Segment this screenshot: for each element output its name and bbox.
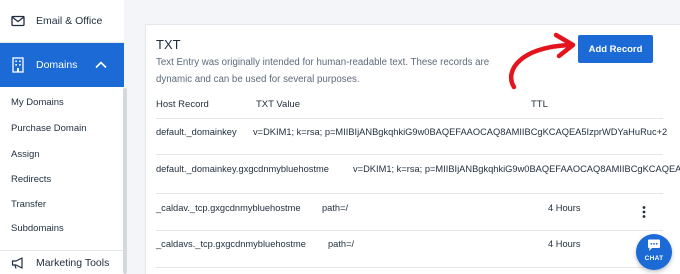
annotation-arrow-icon: [508, 32, 576, 90]
row-divider: [156, 230, 663, 231]
sidebar-item-domains[interactable]: Domains: [0, 43, 124, 87]
table-row-2-ttl: 4 Hours: [548, 203, 581, 213]
table-row-0-host: default._domainkey: [156, 127, 237, 137]
section-description: Text Entry was originally intended for h…: [156, 57, 490, 85]
table-row-3-host: _caldavs._tcp.gxgcdnmybluehostme: [156, 239, 306, 249]
sidebar-subitem-assign[interactable]: Assign: [11, 149, 40, 160]
sidebar-subitem-transfer[interactable]: Transfer: [11, 199, 46, 210]
column-header-value: TXT Value: [256, 99, 301, 110]
table-row-3-value: path=/: [328, 239, 355, 249]
sidebar: Email & Office Domains My Domains Purcha…: [0, 0, 124, 274]
chat-bubble-icon: [648, 239, 660, 251]
table-row-0-value: v=DKIM1; k=rsa; p=MIIBIjANBgkqhkiG9w0BAQ…: [253, 127, 668, 137]
row-divider: [156, 193, 663, 194]
table-row-2-value: path=/: [322, 203, 349, 213]
megaphone-icon: [11, 256, 25, 270]
sidebar-subitem-purchase-domain[interactable]: Purchase Domain: [11, 123, 87, 134]
chevron-up-icon[interactable]: [94, 58, 108, 72]
envelope-icon: [11, 14, 25, 28]
txt-records-card: TXT Text Entry was originally intended f…: [145, 24, 680, 274]
table-row-3-ttl: 4 Hours: [548, 239, 581, 249]
chat-button[interactable]: CHAT: [636, 234, 672, 270]
row-divider: [156, 154, 663, 155]
building-icon: [11, 57, 25, 73]
sidebar-item-label: Marketing Tools: [36, 256, 110, 269]
sidebar-scrollbar[interactable]: [123, 88, 127, 274]
sidebar-item-marketing-tools[interactable]: Marketing Tools: [0, 250, 124, 274]
sidebar-item-email-office[interactable]: Email & Office: [0, 0, 124, 43]
add-record-button[interactable]: Add Record: [578, 35, 653, 63]
column-header-ttl: TTL: [531, 99, 548, 110]
row-divider: [156, 118, 663, 119]
sidebar-item-label: Email & Office: [36, 15, 103, 27]
column-header-host: Host Record: [156, 99, 209, 110]
row-divider: [156, 267, 663, 268]
chat-label: CHAT: [644, 255, 664, 262]
row-menu-kebab-icon[interactable]: [641, 205, 647, 219]
table-row-1-host: default._domainkey.gxgcdnmybluehostme: [156, 164, 329, 174]
sidebar-subitem-my-domains[interactable]: My Domains: [11, 97, 64, 108]
sidebar-subitem-redirects[interactable]: Redirects: [11, 174, 51, 185]
table-row-1-value: v=DKIM1; k=rsa; p=MIIBIjANBgkqhkiG9w0BAQ…: [353, 164, 680, 174]
sidebar-subitem-subdomains[interactable]: Subdomains: [11, 223, 64, 234]
sidebar-item-label: Domains: [36, 59, 78, 71]
section-title: TXT: [156, 37, 181, 52]
table-row-2-host: _caldav._tcp.gxgcdnmybluehostme: [156, 203, 301, 213]
